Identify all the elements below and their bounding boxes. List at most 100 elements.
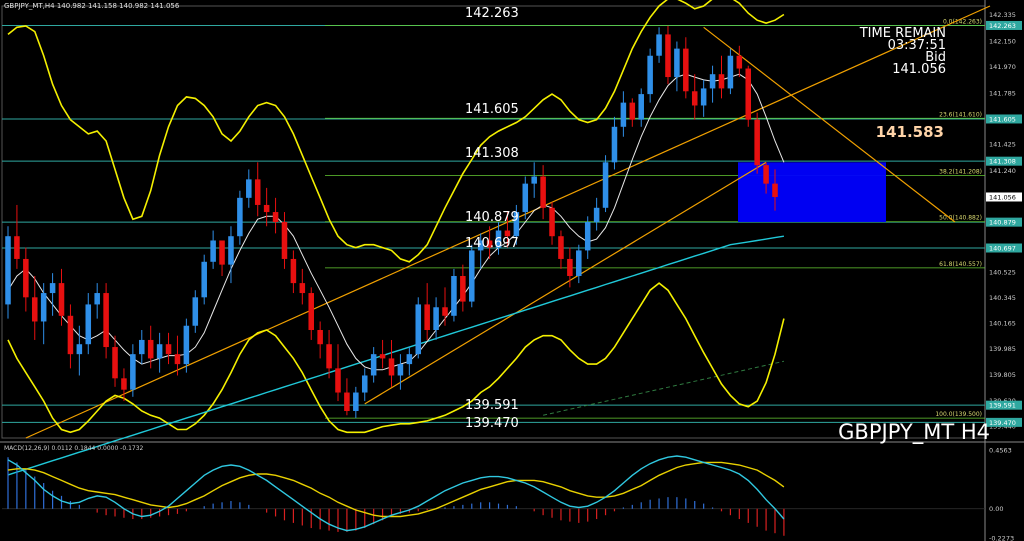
candle-body-39 — [353, 392, 359, 411]
chart-window[interactable]: { "header": { "title": "GBPJPY_MT,H4 140… — [0, 0, 1024, 541]
candle-body-38 — [344, 392, 350, 411]
candle-body-34 — [308, 293, 314, 330]
price-badge-6: 139.591 — [989, 402, 1016, 410]
price-tick-12: 140.165 — [989, 320, 1016, 328]
candle-body-83 — [745, 68, 752, 120]
level-label-140697: 140.697 — [465, 236, 519, 251]
candle-body-65 — [584, 222, 591, 251]
fib-label-3: 50.0(140.882) — [939, 215, 982, 222]
candle-body-76 — [683, 48, 689, 92]
candle-body-23 — [210, 240, 216, 262]
candle-body-84 — [754, 119, 760, 166]
price-chart-svg[interactable]: 0.0(142.263)23.6(141.610)38.2(141.208)50… — [0, 0, 1024, 541]
price-tick-2: 141.970 — [989, 63, 1016, 71]
candle-body-12 — [112, 347, 118, 379]
candle-body-70 — [629, 102, 636, 120]
fib-label-2: 38.2(141.208) — [939, 168, 982, 175]
candle-body-26 — [237, 197, 243, 237]
fib-label-5: 100.0(139.500) — [935, 411, 982, 418]
candle-body-35 — [317, 330, 323, 345]
symbol-label: GBPJPY_MT H4 — [838, 420, 990, 444]
time-remain-panel: TIME REMAIN 03:37:51 Bid 141.056 — [860, 27, 946, 77]
candle-body-13 — [121, 378, 127, 390]
price-tick-0: 142.335 — [989, 11, 1016, 19]
candle-body-41 — [370, 354, 377, 376]
candle-body-4 — [40, 293, 47, 322]
candle-body-59 — [531, 176, 537, 184]
level-label-141605: 141.605 — [465, 102, 519, 117]
price-badge-2: 141.308 — [989, 158, 1016, 166]
candle-body-43 — [388, 358, 395, 376]
candle-body-86 — [772, 183, 778, 197]
candle-body-8 — [76, 344, 83, 355]
candle-body-0 — [5, 236, 11, 305]
candle-body-40 — [361, 375, 368, 393]
candle-body-50 — [451, 276, 457, 316]
candle-body-61 — [549, 207, 555, 237]
candle-body-21 — [192, 297, 199, 326]
candle-body-66 — [593, 207, 600, 222]
price-badge-7: 139.470 — [989, 419, 1016, 427]
candle-body-9 — [85, 304, 92, 345]
candle-body-33 — [299, 283, 306, 294]
fib-label-1: 23.6(141.610) — [939, 111, 982, 118]
candle-body-67 — [602, 162, 609, 208]
price-badge-0: 142.263 — [989, 22, 1016, 30]
price-badge-3: 141.056 — [989, 193, 1016, 201]
candle-body-62 — [558, 236, 564, 259]
candle-body-80 — [718, 74, 725, 89]
candle-body-32 — [290, 258, 297, 284]
candle-body-3 — [31, 297, 38, 322]
candle-body-2 — [23, 258, 29, 298]
candle-body-78 — [700, 88, 707, 106]
price-tick-10: 140.525 — [989, 268, 1016, 276]
candle-body-30 — [272, 212, 279, 222]
candle-body-77 — [691, 91, 698, 106]
level-label-141308: 141.308 — [465, 146, 519, 161]
candle-body-81 — [727, 55, 734, 89]
candle-body-52 — [469, 250, 475, 302]
price-tick-5: 141.425 — [989, 141, 1016, 149]
candle-body-69 — [620, 102, 627, 127]
candle-body-49 — [442, 307, 448, 316]
candle-body-44 — [397, 364, 404, 376]
candle-body-47 — [424, 304, 430, 330]
level-label-140879: 140.879 — [465, 210, 519, 225]
candle-body-73 — [656, 34, 662, 56]
trendline-support — [364, 161, 767, 405]
candle-body-22 — [201, 261, 207, 298]
level-label-139470: 139.470 — [465, 416, 519, 431]
current-price-big: 141.583 — [875, 123, 944, 141]
fib-label-4: 61.8(140.557) — [939, 261, 982, 268]
candle-body-75 — [674, 48, 680, 78]
candle-body-18 — [165, 344, 172, 355]
candle-body-36 — [326, 344, 332, 369]
candle-body-6 — [58, 283, 65, 316]
candle-body-10 — [94, 293, 100, 305]
candle-body-7 — [67, 315, 74, 355]
candle-body-29 — [263, 204, 270, 213]
candle-body-85 — [763, 165, 769, 184]
candle-body-58 — [522, 183, 529, 213]
candle-body-37 — [335, 368, 341, 393]
candle-body-46 — [415, 304, 422, 355]
macd-tick-2: -0.2273 — [989, 535, 1014, 541]
bid-price: 141.056 — [892, 62, 946, 77]
price-badge-4: 140.879 — [989, 219, 1016, 227]
macd-main-line — [7, 455, 785, 532]
price-tick-3: 141.785 — [989, 89, 1016, 97]
price-tick-14: 139.805 — [989, 371, 1016, 379]
candle-body-42 — [379, 354, 386, 359]
candle-body-31 — [281, 222, 288, 259]
macd-tick-0: 0.4563 — [989, 447, 1012, 455]
macd-tick-1: 0.00 — [989, 505, 1003, 513]
candle-body-79 — [709, 74, 716, 89]
chart-header: GBPJPY_MT,H4 140.982 141.158 140.982 141… — [4, 2, 180, 10]
candle-body-14 — [130, 354, 136, 390]
candle-body-24 — [219, 240, 225, 265]
candle-body-27 — [246, 179, 252, 198]
candle-body-48 — [433, 307, 439, 330]
price-tick-6: 141.240 — [989, 167, 1016, 175]
candle-body-16 — [147, 339, 154, 359]
level-label-139591: 139.591 — [465, 398, 519, 413]
